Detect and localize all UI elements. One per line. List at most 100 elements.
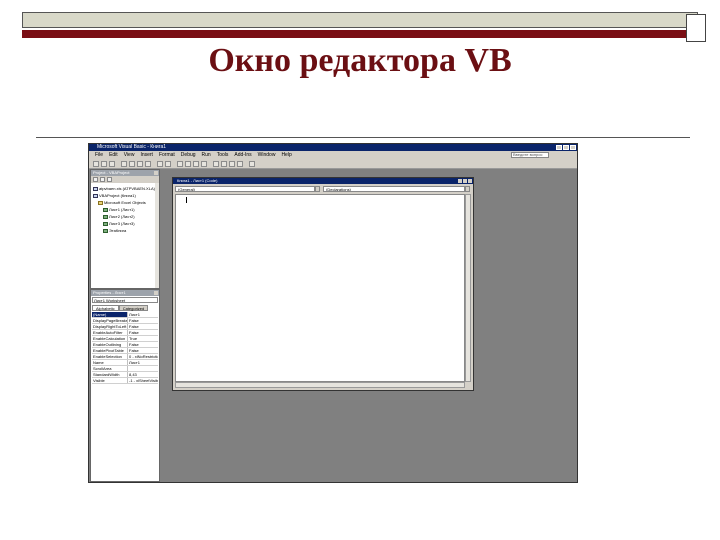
run-icon[interactable] [177, 161, 183, 167]
property-value[interactable]: False [128, 318, 158, 323]
property-name: EnableOutlining [92, 342, 128, 347]
close-button[interactable] [570, 145, 576, 150]
property-row[interactable]: Visible -1 - xlSheetVisible [92, 378, 158, 384]
maximize-button[interactable] [563, 145, 569, 150]
property-name: Visible [92, 378, 128, 383]
project-explorer: Project - VBAProject atpvbaen.xls (ATPVB… [90, 169, 160, 289]
project-tree: atpvbaen.xls (ATPVBAEN.XLA) VBAProject (… [93, 185, 157, 234]
tab-categorized[interactable]: Categorized [118, 305, 149, 311]
code-horizontal-scrollbar[interactable] [175, 382, 465, 388]
menu-format[interactable]: Format [159, 151, 175, 159]
paste-icon[interactable] [137, 161, 143, 167]
tree-item-label: Лист2 (Лист2) [109, 214, 135, 219]
break-icon[interactable] [185, 161, 191, 167]
properties-icon[interactable] [221, 161, 227, 167]
view-object-icon[interactable] [100, 177, 105, 182]
properties-tabs: Alphabetic Categorized [92, 305, 149, 311]
view-code-icon[interactable] [93, 177, 98, 182]
property-value[interactable]: -1 - xlSheetVisible [128, 378, 158, 383]
code-editor[interactable] [175, 194, 465, 382]
property-value[interactable]: False [128, 348, 158, 353]
worksheet-icon [103, 207, 108, 212]
project-explorer-scrollbar[interactable] [155, 183, 159, 288]
tree-item[interactable]: VBAProject (Книга1) [93, 192, 157, 199]
property-name: StandardWidth [92, 372, 128, 377]
menu-file[interactable]: File [95, 151, 103, 159]
help-icon[interactable] [249, 161, 255, 167]
undo-icon[interactable] [157, 161, 163, 167]
tree-item-label: ЭтаКнига [109, 228, 127, 233]
property-value[interactable]: Лист1 [128, 360, 158, 365]
slide-title: Окно редактора VB [208, 42, 512, 79]
property-name: DisplayPageBreaks [93, 318, 128, 323]
redo-icon[interactable] [165, 161, 171, 167]
object-browser-icon[interactable] [229, 161, 235, 167]
object-select[interactable]: (General) [175, 186, 315, 192]
property-name: EnablePivotTable [92, 348, 128, 353]
tree-item[interactable]: Microsoft Excel Objects [93, 199, 157, 206]
menu-run[interactable]: Run [202, 151, 211, 159]
menu-edit[interactable]: Edit [109, 151, 118, 159]
tree-item[interactable]: Лист2 (Лист2) [93, 213, 157, 220]
tree-item-label: Лист1 (Лист1) [109, 207, 135, 212]
insert-module-icon[interactable] [101, 161, 107, 167]
menu-tools[interactable]: Tools [217, 151, 229, 159]
property-value[interactable]: Лист1 [128, 312, 158, 317]
procedure-select[interactable]: (Declarations) [323, 186, 465, 192]
menu-help[interactable]: Help [281, 151, 291, 159]
property-name: DisplayRightToLeft [93, 324, 128, 329]
workbook-icon [103, 228, 108, 233]
property-value[interactable]: 0 - xlNoRestrictions [128, 354, 158, 359]
worksheet-icon [103, 221, 108, 226]
property-name: Name [92, 360, 128, 365]
project-explorer-icon[interactable] [213, 161, 219, 167]
find-icon[interactable] [145, 161, 151, 167]
project-icon [93, 186, 98, 191]
code-minimize-button[interactable] [458, 179, 462, 183]
menu-window[interactable]: Window [258, 151, 276, 159]
properties-window: Properties - Лист1 Лист1 Worksheet Alpha… [90, 289, 160, 482]
tree-item-label: VBAProject (Книга1) [99, 193, 136, 198]
property-value[interactable]: True [128, 336, 158, 341]
properties-object-select[interactable]: Лист1 Worksheet [92, 297, 158, 303]
save-icon[interactable] [109, 161, 115, 167]
toggle-folders-icon[interactable] [107, 177, 112, 182]
property-value[interactable]: 8,43 [128, 372, 158, 377]
property-value[interactable]: False [128, 330, 158, 335]
tree-item[interactable]: atpvbaen.xls (ATPVBAEN.XLA) [93, 185, 157, 192]
toolbox-icon[interactable] [237, 161, 243, 167]
code-vertical-scrollbar[interactable] [465, 194, 471, 382]
tree-item[interactable]: Лист3 (Лист3) [93, 220, 157, 227]
project-icon [93, 193, 98, 198]
menu-debug[interactable]: Debug [181, 151, 196, 159]
design-mode-icon[interactable] [201, 161, 207, 167]
code-close-button[interactable] [468, 179, 472, 183]
procedure-select-chevron-down-icon[interactable] [465, 186, 470, 192]
worksheet-icon [103, 214, 108, 219]
property-value[interactable]: False [128, 342, 158, 347]
vb-editor-window: Microsoft Visual Basic - Книга1 File Edi… [88, 143, 578, 483]
cut-icon[interactable] [121, 161, 127, 167]
minimize-button[interactable] [556, 145, 562, 150]
menu-view[interactable]: View [124, 151, 135, 159]
slide-top-band [22, 12, 698, 28]
properties-close-icon[interactable] [154, 291, 158, 295]
code-maximize-button[interactable] [463, 179, 467, 183]
property-value[interactable] [128, 366, 158, 371]
copy-icon[interactable] [129, 161, 135, 167]
menu-insert[interactable]: Insert [140, 151, 153, 159]
code-window: Книга1 - Лист1 (Code) (General) (Declara… [172, 177, 474, 391]
tree-item[interactable]: Лист1 (Лист1) [93, 206, 157, 213]
project-explorer-close-icon[interactable] [154, 171, 158, 175]
help-search-input[interactable]: Введите вопрос [511, 152, 549, 158]
view-excel-icon[interactable] [93, 161, 99, 167]
object-select-chevron-down-icon[interactable] [315, 186, 320, 192]
tab-alphabetic[interactable]: Alphabetic [92, 305, 119, 311]
tree-item-label: Microsoft Excel Objects [104, 200, 146, 205]
reset-icon[interactable] [193, 161, 199, 167]
menu-addins[interactable]: Add-Ins [234, 151, 251, 159]
project-explorer-toolbar [91, 176, 159, 183]
property-value[interactable]: False [128, 324, 158, 329]
tree-item[interactable]: ЭтаКнига [93, 227, 157, 234]
text-cursor [186, 197, 187, 203]
